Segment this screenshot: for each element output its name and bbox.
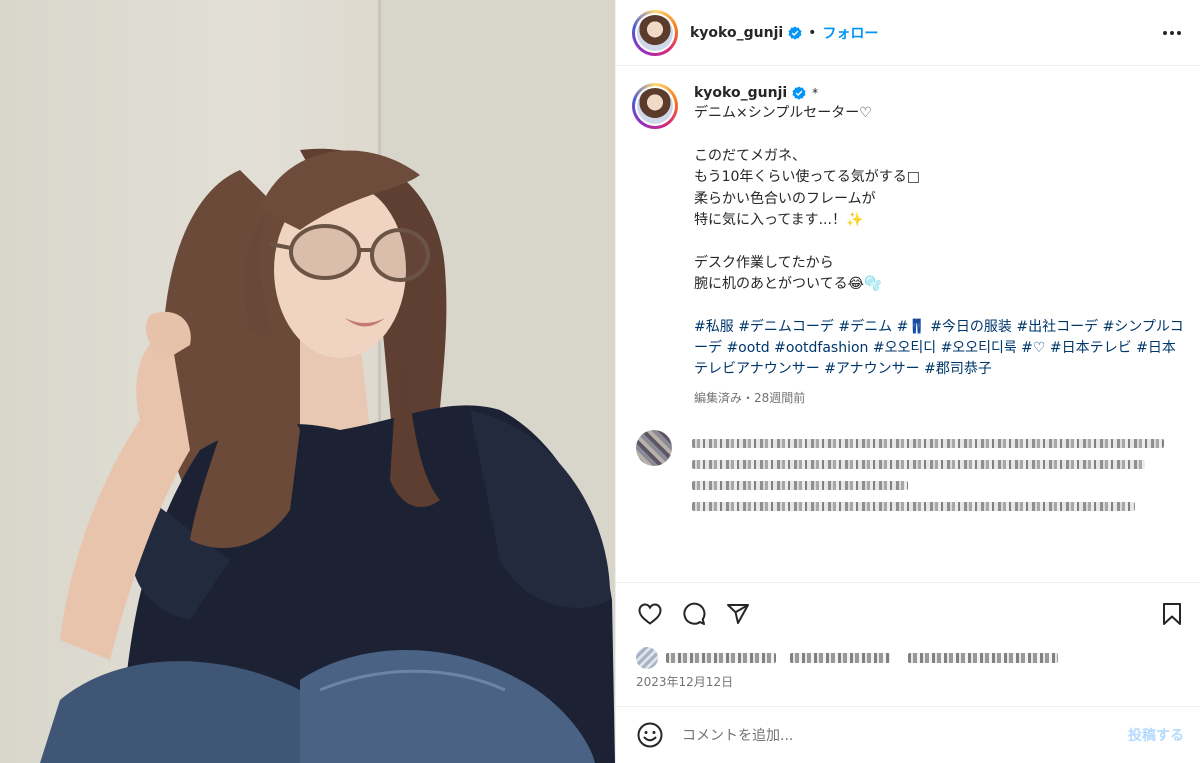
caption-meta: 編集済み・28週間前 bbox=[694, 390, 806, 405]
likes-summary-blurred[interactable] bbox=[636, 646, 1184, 670]
blurred-line bbox=[692, 480, 909, 490]
hashtag-link[interactable]: #👖 bbox=[897, 319, 926, 335]
caption-username[interactable]: kyoko_gunji bbox=[694, 85, 787, 101]
liker-avatar bbox=[636, 647, 658, 669]
follow-button[interactable]: フォロー bbox=[822, 23, 878, 43]
heart-icon[interactable] bbox=[636, 600, 664, 628]
caption-author-avatar[interactable] bbox=[632, 83, 678, 129]
blurred-line bbox=[692, 501, 1135, 511]
hashtag-link[interactable]: #今日の服装 bbox=[930, 319, 1012, 335]
verified-badge-icon bbox=[788, 25, 802, 40]
comment-item bbox=[632, 429, 1184, 523]
smile-icon[interactable] bbox=[636, 721, 664, 749]
caption-body: kyoko_gunji * デニム×シンプルセーター♡ このだてメガネ、 もう1… bbox=[694, 83, 1184, 406]
comment-input[interactable]: コメントを追加... bbox=[682, 725, 1128, 745]
hashtag-link[interactable]: #ootdfashion bbox=[774, 340, 868, 356]
hashtag-link[interactable]: #デニム bbox=[838, 319, 892, 335]
share-icon[interactable] bbox=[724, 600, 752, 628]
hashtag-link[interactable]: #郡司恭子 bbox=[924, 361, 992, 377]
avatar-inner bbox=[635, 86, 675, 126]
hashtag-link[interactable]: #ootd bbox=[726, 340, 769, 356]
post-header: kyoko_gunji • フォロー bbox=[616, 0, 1200, 66]
instagram-post-view: kyoko_gunji • フォロー kyoko_gunji * デニム×シンプ… bbox=[0, 0, 1200, 763]
hashtag-link[interactable]: #오오티디룩 bbox=[941, 340, 1017, 356]
verified-badge-icon bbox=[792, 86, 806, 100]
avatar-image bbox=[637, 14, 673, 51]
header-separator: • bbox=[808, 24, 817, 41]
hashtag-link[interactable]: #アナウンサー bbox=[824, 361, 919, 377]
commenter-avatar[interactable] bbox=[636, 429, 672, 466]
caption-text: デニム×シンプルセーター♡ このだてメガネ、 もう10年くらい使ってる気がする□… bbox=[694, 105, 920, 293]
hashtag-link[interactable]: #出社コーデ bbox=[1016, 319, 1098, 335]
hashtag-list: #私服 #デニムコーデ #デニム #👖 #今日の服装 #出社コーデ #シンプルコ… bbox=[694, 317, 1184, 381]
action-bar bbox=[616, 582, 1200, 644]
caption: kyoko_gunji * デニム×シンプルセーター♡ このだてメガネ、 もう1… bbox=[632, 83, 1184, 406]
avatar-inner bbox=[635, 12, 675, 53]
hashtag-link[interactable]: #오오티디 bbox=[873, 340, 936, 356]
bookmark-icon[interactable] bbox=[1158, 600, 1186, 628]
add-comment-bar: コメントを追加... 投稿する bbox=[616, 706, 1200, 763]
comments-scroll-area[interactable]: kyoko_gunji * デニム×シンプルセーター♡ このだてメガネ、 もう1… bbox=[616, 67, 1200, 582]
more-horizontal-icon[interactable] bbox=[1160, 21, 1184, 45]
hashtag-link[interactable]: #デニムコーデ bbox=[738, 319, 834, 335]
post-comment-button[interactable]: 投稿する bbox=[1128, 725, 1184, 745]
post-side-panel: kyoko_gunji • フォロー kyoko_gunji * デニム×シンプ… bbox=[615, 0, 1200, 763]
hashtag-link[interactable]: #私服 bbox=[694, 319, 734, 335]
blurred-text bbox=[790, 653, 890, 663]
author-username[interactable]: kyoko_gunji bbox=[690, 25, 783, 41]
avatar-image bbox=[637, 88, 673, 124]
post-photo[interactable] bbox=[0, 0, 615, 763]
blurred-text bbox=[908, 653, 1058, 663]
author-avatar[interactable] bbox=[632, 9, 678, 56]
post-date[interactable]: 2023年12月12日 bbox=[636, 673, 733, 690]
blurred-line bbox=[692, 438, 1165, 448]
blurred-line bbox=[692, 459, 1145, 469]
blurred-text bbox=[666, 653, 776, 663]
comment-text-blurred bbox=[692, 430, 1184, 523]
comment-icon[interactable] bbox=[680, 600, 708, 628]
caption-header: kyoko_gunji * bbox=[694, 83, 1184, 103]
hashtag-link[interactable]: #日本テレビ bbox=[1050, 340, 1132, 356]
caption-star: * bbox=[812, 86, 819, 100]
hashtag-link[interactable]: #♡ bbox=[1021, 340, 1045, 356]
photo-illustration bbox=[40, 148, 615, 763]
